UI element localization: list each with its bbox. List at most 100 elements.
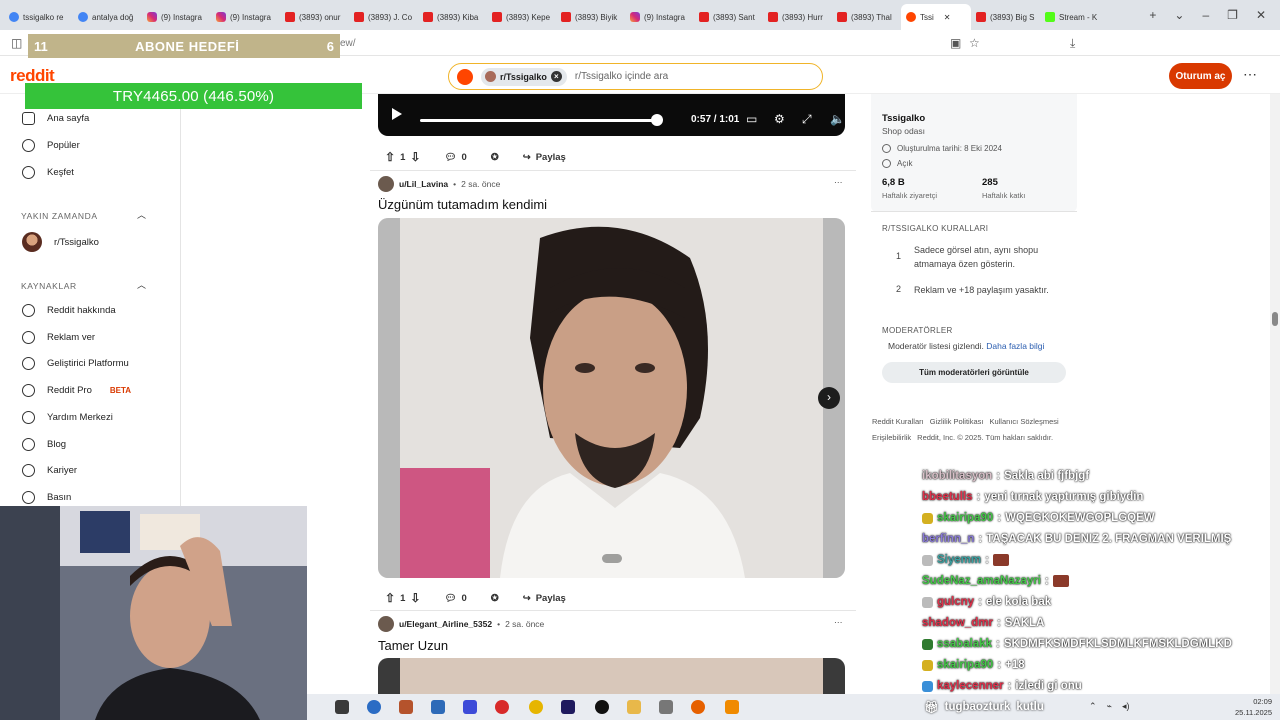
share-button[interactable]: ↪ Paylaş <box>516 148 573 167</box>
user-avatar[interactable] <box>378 616 394 632</box>
post-author[interactable]: u/Lil_Lavina <box>399 179 448 189</box>
post-title[interactable]: Tamer Uzun <box>378 638 448 653</box>
post-author[interactable]: u/Elegant_Airline_5352 <box>399 619 492 629</box>
browser-tab[interactable]: (3893) Thal <box>832 4 901 30</box>
new-tab-icon[interactable]: + <box>1149 8 1156 22</box>
rule-text[interactable]: Reklam ve +18 paylaşım yasaktır. <box>914 284 1069 298</box>
rule-text[interactable]: Sadece görsel atın, aynı shopu atmamaya … <box>914 244 1069 271</box>
award-button[interactable]: ✪ <box>484 589 506 608</box>
fullscreen-icon[interactable]: ⤢ <box>802 112 812 127</box>
video-player[interactable]: 0:57 / 1:01 ▭ ⚙ ⤢ 🔈 <box>378 94 845 136</box>
nav-popular[interactable]: Popüler <box>22 139 80 152</box>
file-explorer-icon[interactable] <box>627 700 641 714</box>
browser-tab[interactable]: (3893) J. Co <box>349 4 418 30</box>
view-all-moderators-button[interactable]: Tüm moderatörleri görüntüle <box>882 362 1066 383</box>
download-icon[interactable]: ⤓ <box>1070 36 1075 51</box>
award-button[interactable]: ✪ <box>484 148 506 167</box>
store-icon[interactable] <box>431 700 445 714</box>
volume-icon[interactable]: 🔈 <box>830 112 845 126</box>
nav-resource-item[interactable]: Blog <box>22 437 66 451</box>
downvote-icon[interactable]: ⇩ <box>410 591 420 605</box>
network-icon[interactable]: ⌁ <box>1107 701 1112 712</box>
footer-link[interactable]: Reddit Kuralları <box>872 417 924 426</box>
browser-tab[interactable]: (3893) Sant <box>694 4 763 30</box>
scrollbar-thumb[interactable] <box>1272 312 1278 326</box>
comments-button[interactable]: 💬︎ 0 <box>437 589 473 608</box>
browser-tab[interactable]: tssigalko re <box>4 4 73 30</box>
app-icon[interactable] <box>659 700 673 714</box>
video-progress-track[interactable] <box>420 119 655 122</box>
edge-icon[interactable] <box>367 700 381 714</box>
taskview-icon[interactable] <box>335 700 349 714</box>
browser-tab[interactable]: (3893) Biyik <box>556 4 625 30</box>
play-icon[interactable] <box>392 108 402 120</box>
browser-tab[interactable]: Tssi ✕ <box>901 4 971 30</box>
browser-tab[interactable]: (9) Instagra <box>142 4 211 30</box>
tab-list-icon[interactable]: ⌄ <box>1174 8 1184 22</box>
captions-icon[interactable]: ▭ <box>746 112 757 126</box>
learn-more-link[interactable]: Daha fazla bilgi <box>986 341 1044 351</box>
browser-tab[interactable]: (3893) Kepe <box>487 4 556 30</box>
login-button[interactable]: Oturum aç <box>1169 63 1232 89</box>
page-scrollbar[interactable] <box>1270 94 1280 694</box>
settings-gear-icon[interactable]: ⚙ <box>774 112 785 126</box>
browser-tab[interactable]: Stream - K <box>1040 4 1109 30</box>
chevron-up-icon[interactable]: ︿ <box>137 208 146 221</box>
maximize-icon[interactable]: ❐ <box>1227 8 1238 22</box>
chevron-up-icon[interactable]: ⌃ <box>1089 701 1097 712</box>
user-avatar[interactable] <box>378 176 394 192</box>
browser-tab[interactable]: (3893) Hurr <box>763 4 832 30</box>
post-options-icon[interactable]: ⋯ <box>834 617 843 628</box>
share-button[interactable]: ↪ Paylaş <box>516 589 573 608</box>
vote-control[interactable]: ⇧ 1 ⇩ <box>378 146 427 168</box>
nav-resource-item[interactable]: Kariyer <box>22 464 77 478</box>
footer-link[interactable]: Gizlilik Politikası <box>930 417 984 426</box>
more-options-icon[interactable]: ⋯ <box>1243 66 1257 83</box>
upvote-icon[interactable]: ⇧ <box>385 150 395 164</box>
gallery-next-icon[interactable]: › <box>818 387 840 409</box>
app-icon[interactable] <box>463 700 477 714</box>
address-url[interactable]: ew/ <box>340 38 356 49</box>
nav-resource-item[interactable]: Geliştirici Platformu <box>22 357 129 371</box>
volume-icon[interactable]: ◂) <box>1122 701 1130 712</box>
comments-button[interactable]: 💬︎ 0 <box>437 148 473 167</box>
search-community-chip[interactable]: r/Tssigalko × <box>481 67 567 86</box>
search-input[interactable]: r/Tssigalko × r/Tssigalko içinde ara <box>448 63 823 90</box>
close-window-icon[interactable]: ✕ <box>1256 8 1266 22</box>
post-image[interactable] <box>378 658 845 694</box>
browser-tab[interactable]: (9) Instagra <box>211 4 280 30</box>
video-progress-thumb[interactable] <box>651 114 663 126</box>
browser-tab[interactable]: (3893) onur <box>280 4 349 30</box>
system-clock[interactable]: 02:09 25.11.2025 <box>1235 696 1272 718</box>
chip-remove-icon[interactable]: × <box>550 71 562 82</box>
sidebar-toggle-icon[interactable]: ◫ <box>11 36 22 50</box>
bookmark-star-icon[interactable]: ☆ <box>969 36 980 50</box>
browser-tab[interactable]: (9) Instagra <box>625 4 694 30</box>
chrome-icon[interactable] <box>529 700 543 714</box>
nav-resource-item[interactable]: Reddit hakkında <box>22 304 116 317</box>
vlc-icon[interactable] <box>725 700 739 714</box>
browser-tab[interactable]: (3893) Kiba <box>418 4 487 30</box>
upvote-icon[interactable]: ⇧ <box>385 591 395 605</box>
nav-explore[interactable]: Keşfet <box>22 166 74 179</box>
post-title[interactable]: Üzgünüm tutamadım kendimi <box>378 197 547 212</box>
browser-tab[interactable]: antalya doğ <box>73 4 142 30</box>
obs-icon[interactable] <box>595 700 609 714</box>
nav-resource-item[interactable]: Reklam ver <box>22 330 95 344</box>
footer-link[interactable]: Kullanıcı Sözleşmesi <box>989 417 1058 426</box>
reader-icon[interactable]: ▣ <box>950 36 961 50</box>
minimize-icon[interactable]: – <box>1202 8 1209 22</box>
footer-link[interactable]: Erişilebilirlik <box>872 433 911 442</box>
close-tab-icon[interactable]: ✕ <box>944 13 951 22</box>
nav-resource-item[interactable]: Reddit Pro BETA <box>22 384 131 398</box>
browser-tab[interactable]: (3893) Big S <box>971 4 1040 30</box>
post-options-icon[interactable]: ⋯ <box>834 177 843 188</box>
recent-community[interactable]: r/Tssigalko <box>22 232 99 252</box>
nav-resource-item[interactable]: Yardım Merkezi <box>22 410 113 424</box>
nav-resource-item[interactable]: Basın <box>22 490 71 504</box>
nav-home[interactable]: Ana sayfa <box>22 112 89 125</box>
app-icon[interactable] <box>399 700 413 714</box>
firefox-icon[interactable] <box>691 700 705 714</box>
opera-icon[interactable] <box>495 700 509 714</box>
vote-control[interactable]: ⇧ 1 ⇩ <box>378 587 427 609</box>
